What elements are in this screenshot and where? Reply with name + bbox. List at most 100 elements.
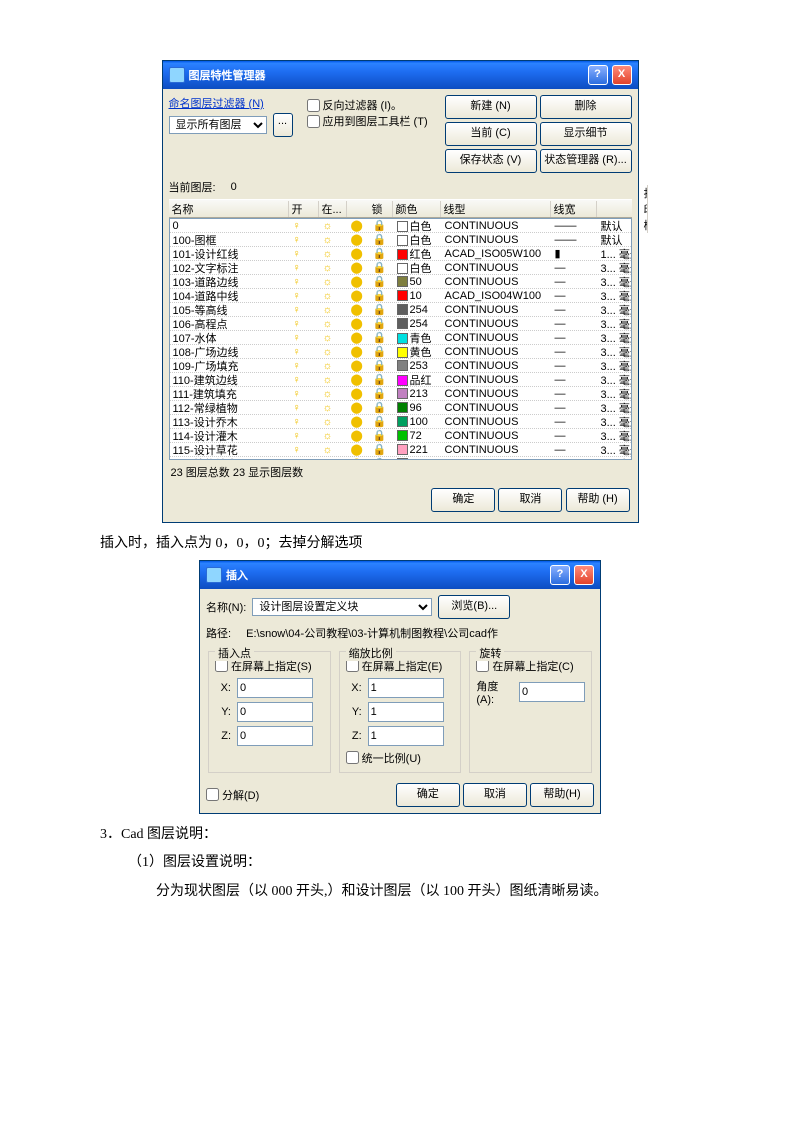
sun-icon[interactable]: ⬤ [348, 415, 370, 428]
lock-icon[interactable]: 🔒 [370, 373, 394, 386]
sun-icon[interactable]: ☼ [320, 430, 348, 442]
bulb-icon[interactable]: ♀ [290, 332, 320, 344]
lock-icon[interactable]: 🔒 [370, 415, 394, 428]
z-input[interactable] [237, 726, 313, 746]
sun-icon[interactable]: ⬤ [348, 345, 370, 358]
sun-icon[interactable]: ⬤ [348, 317, 370, 330]
lock-icon[interactable]: 🔒 [370, 303, 394, 316]
state-manager-button[interactable]: 状态管理器 (R)... [540, 149, 632, 173]
sun-icon[interactable]: ⬤ [348, 219, 370, 232]
bulb-icon[interactable]: ♀ [290, 248, 320, 260]
bulb-icon[interactable]: ♀ [290, 290, 320, 302]
lock-icon[interactable]: 🔒 [370, 275, 394, 288]
save-state-button[interactable]: 保存状态 (V) [445, 149, 537, 173]
delete-button[interactable]: 删除 [540, 95, 632, 119]
sun-icon[interactable]: ⬤ [348, 261, 370, 274]
lock-icon[interactable]: 🔒 [370, 345, 394, 358]
explode-checkbox[interactable]: 分解(D) [206, 787, 259, 803]
help-button[interactable]: 帮助(H) [530, 783, 594, 807]
lock-icon[interactable]: 🔒 [370, 387, 394, 400]
lock-icon[interactable]: 🔒 [370, 247, 394, 260]
sun-icon[interactable]: ☼ [320, 220, 348, 232]
bulb-icon[interactable]: ♀ [290, 444, 320, 456]
lock-icon[interactable]: 🔒 [370, 331, 394, 344]
sun-icon[interactable]: ☼ [320, 416, 348, 428]
sun-icon[interactable]: ☼ [320, 360, 348, 372]
new-button[interactable]: 新建 (N) [445, 95, 537, 119]
sun-icon[interactable]: ⬤ [348, 303, 370, 316]
sun-icon[interactable]: ⬤ [348, 373, 370, 386]
bulb-icon[interactable]: ♀ [290, 430, 320, 442]
detail-button[interactable]: 显示细节 [540, 122, 632, 146]
sx-input[interactable] [368, 678, 444, 698]
sun-icon[interactable]: ⬤ [348, 233, 370, 246]
titlebar[interactable]: 插入 ? X [200, 561, 600, 589]
ok-button[interactable]: 确定 [431, 488, 495, 512]
sz-input[interactable] [368, 726, 444, 746]
sun-icon[interactable]: ⬤ [348, 429, 370, 442]
ok-button[interactable]: 确定 [396, 783, 460, 807]
sun-icon[interactable]: ☼ [320, 374, 348, 386]
bulb-icon[interactable]: ♀ [290, 388, 320, 400]
sun-icon[interactable]: ☼ [320, 346, 348, 358]
lock-icon[interactable]: 🔒 [370, 401, 394, 414]
sun-icon[interactable]: ☼ [320, 234, 348, 246]
lock-icon[interactable]: 🔒 [370, 289, 394, 302]
angle-input[interactable] [519, 682, 585, 702]
lock-icon[interactable]: 🔒 [370, 443, 394, 456]
lock-icon[interactable]: 🔒 [370, 359, 394, 372]
invert-filter-checkbox[interactable]: 反向过滤器 (I)。 [307, 97, 437, 113]
titlebar[interactable]: 图层特性管理器 ? X [163, 61, 638, 89]
sun-icon[interactable]: ⬤ [348, 443, 370, 456]
layer-table[interactable]: 0♀☼⬤🔒白色CONTINUOUS——默认Color_100-图框♀☼⬤🔒白色C… [169, 218, 632, 460]
current-button[interactable]: 当前 (C) [445, 122, 537, 146]
y-input[interactable] [237, 702, 313, 722]
sun-icon[interactable]: ⬤ [348, 275, 370, 288]
bulb-icon[interactable]: ♀ [290, 402, 320, 414]
bulb-icon[interactable]: ♀ [290, 374, 320, 386]
sy-input[interactable] [368, 702, 444, 722]
bulb-icon[interactable]: ♀ [290, 220, 320, 232]
help-button[interactable]: 帮助 (H) [566, 488, 630, 512]
sun-icon[interactable]: ☼ [320, 276, 348, 288]
bulb-icon[interactable]: ♀ [290, 318, 320, 330]
lock-icon[interactable]: 🔒 [370, 317, 394, 330]
sun-icon[interactable]: ☼ [320, 262, 348, 274]
lock-icon[interactable]: 🔒 [370, 219, 394, 232]
help-icon[interactable]: ? [550, 565, 570, 585]
sun-icon[interactable]: ☼ [320, 402, 348, 414]
cancel-button[interactable]: 取消 [498, 488, 562, 512]
x-input[interactable] [237, 678, 313, 698]
sun-icon[interactable]: ☼ [320, 304, 348, 316]
sun-icon[interactable]: ☼ [320, 332, 348, 344]
uniform-scale-checkbox[interactable]: 统一比例(U) [346, 750, 455, 766]
lock-icon[interactable]: 🔒 [370, 261, 394, 274]
bulb-icon[interactable]: ♀ [290, 262, 320, 274]
sun-icon[interactable]: ☼ [320, 388, 348, 400]
sun-icon[interactable]: ☼ [320, 318, 348, 330]
sun-icon[interactable]: ☼ [320, 444, 348, 456]
filter-more-button[interactable]: ... [273, 113, 293, 137]
close-icon[interactable]: X [574, 565, 594, 585]
bulb-icon[interactable]: ♀ [290, 346, 320, 358]
sun-icon[interactable]: ⬤ [348, 359, 370, 372]
bulb-icon[interactable]: ♀ [290, 234, 320, 246]
bulb-icon[interactable]: ♀ [290, 416, 320, 428]
filter-select[interactable]: 显示所有图层 [169, 116, 267, 134]
sun-icon[interactable]: ⬤ [348, 387, 370, 400]
lock-icon[interactable]: 🔒 [370, 233, 394, 246]
lock-icon[interactable]: 🔒 [370, 429, 394, 442]
sun-icon[interactable]: ⬤ [348, 289, 370, 302]
sun-icon[interactable]: ☼ [320, 248, 348, 260]
help-icon[interactable]: ? [588, 65, 608, 85]
cancel-button[interactable]: 取消 [463, 783, 527, 807]
bulb-icon[interactable]: ♀ [290, 360, 320, 372]
bulb-icon[interactable]: ♀ [290, 304, 320, 316]
sun-icon[interactable]: ⬤ [348, 331, 370, 344]
sun-icon[interactable]: ⬤ [348, 247, 370, 260]
sun-icon[interactable]: ☼ [320, 290, 348, 302]
browse-button[interactable]: 浏览(B)... [438, 595, 510, 619]
close-icon[interactable]: X [612, 65, 632, 85]
named-filter-link[interactable]: 命名图层过滤器 (N) [169, 95, 299, 111]
sun-icon[interactable]: ⬤ [348, 401, 370, 414]
